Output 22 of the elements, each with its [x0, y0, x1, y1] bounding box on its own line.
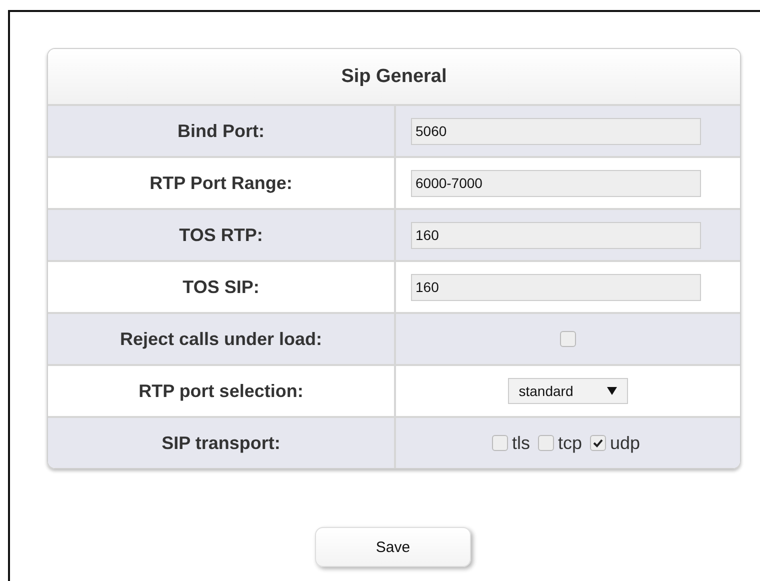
checkbox-label: tcp — [558, 432, 582, 454]
field-label: TOS RTP: — [179, 224, 263, 246]
checkbox-label: udp — [610, 432, 640, 454]
save-button[interactable]: Save — [315, 527, 471, 567]
field-label: SIP transport: — [162, 432, 280, 454]
dropdown[interactable]: standard — [508, 378, 628, 404]
field-label: RTP port selection: — [138, 380, 304, 402]
checkbox[interactable] — [538, 435, 554, 451]
field-label: Reject calls under load: — [120, 328, 322, 350]
panel-title: Sip General — [341, 66, 447, 88]
input-field[interactable]: 6000-7000 — [410, 170, 700, 196]
caret-icon — [607, 387, 618, 395]
checkbox[interactable] — [492, 435, 508, 451]
checkbox-label: tls — [512, 432, 530, 454]
input-field[interactable]: 5060 — [410, 118, 700, 144]
checkbox[interactable] — [590, 435, 606, 451]
checkbox[interactable] — [560, 331, 576, 347]
input-field[interactable]: 160 — [410, 222, 700, 248]
field-label: Bind Port: — [178, 120, 264, 142]
field-label: RTP Port Range: — [150, 172, 292, 194]
field-label: TOS SIP: — [182, 276, 260, 298]
input-field[interactable]: 160 — [410, 274, 700, 300]
